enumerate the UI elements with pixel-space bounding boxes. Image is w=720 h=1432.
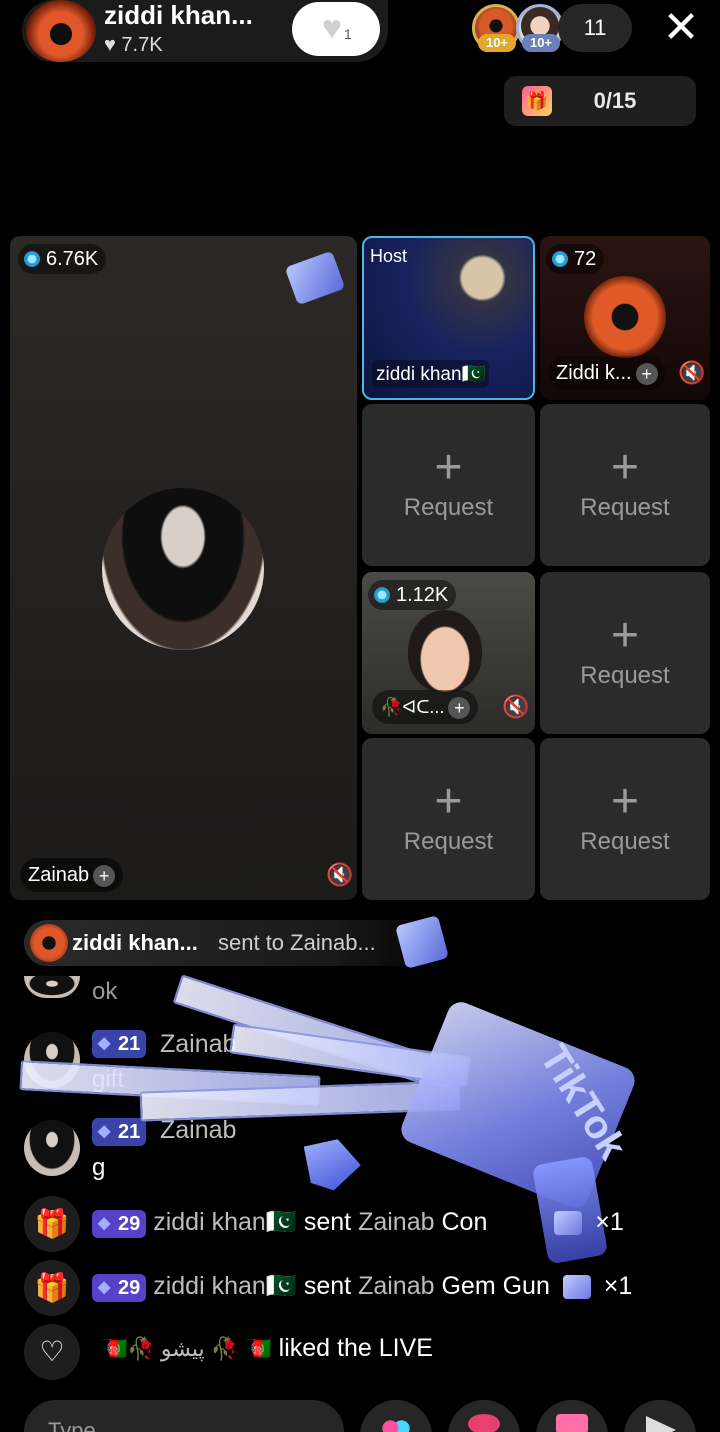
heart-outline-icon: ♡ <box>24 1324 80 1380</box>
request-label: Request <box>403 494 494 521</box>
gift-thumbnail-icon <box>562 1275 591 1300</box>
request-label: Request <box>403 828 494 855</box>
like-event-line: 🇦🇫🥀 پیشو 🥀 🇦🇫 liked the LIVE <box>100 1334 433 1363</box>
plus-icon: + <box>434 775 463 828</box>
request-slot[interactable]: + Request <box>540 738 710 900</box>
request-slot[interactable]: + Request <box>540 404 710 566</box>
request-label: Request <box>580 828 670 855</box>
guest-avatar <box>584 276 666 358</box>
gift-thumbnail-icon <box>554 1211 583 1236</box>
mic-muted-icon: 🔇 <box>502 694 530 719</box>
request-label: Request <box>580 662 670 689</box>
coin-count: 72 <box>546 244 605 274</box>
host-tile-name: ziddi khan🇵🇰 <box>372 360 490 388</box>
request-slot[interactable]: + Request <box>362 738 535 900</box>
close-icon[interactable]: ✕ <box>658 2 704 54</box>
level-badge: 29 <box>92 1210 147 1238</box>
liker-name[interactable]: 🇦🇫🥀 پیشو 🥀 🇦🇫 <box>100 1336 272 1361</box>
gift-target: Zainab <box>358 1208 435 1236</box>
coin-count: 6.76K <box>18 244 107 274</box>
mic-muted-icon: 🔇 <box>326 862 354 887</box>
add-icon[interactable]: + <box>448 697 471 720</box>
gem-graphic <box>294 1130 367 1196</box>
host-name: ziddi khan... <box>104 0 253 30</box>
rose-icon[interactable] <box>448 1400 520 1432</box>
gift-event-line: 29 ziddi khan🇵🇰 sent Zainab Gem Gun ×1 <box>92 1272 632 1302</box>
guest-name: 🥀ᐊᑕ... <box>380 697 445 717</box>
multi-guest-icon[interactable] <box>360 1400 432 1432</box>
chat-avatar[interactable] <box>24 1120 80 1176</box>
viewer-count[interactable]: 11 <box>558 4 632 52</box>
gift-sender-name: ziddi khan... <box>72 930 198 955</box>
host-avatar[interactable] <box>26 0 96 62</box>
like-text: liked the LIVE <box>278 1334 433 1362</box>
gift-icon: 🎁 <box>24 1260 80 1316</box>
viewer-rank-badge: 10+ <box>478 34 516 52</box>
gift-icon: 🎁 <box>24 1196 80 1252</box>
follow-count: 1 <box>344 26 352 42</box>
host-likes: ♥ 7.7K <box>104 34 163 56</box>
gift-count: ×1 <box>603 1272 633 1300</box>
plus-icon: + <box>610 775 640 828</box>
gift-box-icon[interactable] <box>536 1400 608 1432</box>
chat-message: ok <box>92 978 118 1005</box>
gift-sender-avatar <box>30 924 68 962</box>
guest-name: Zainab <box>28 864 90 886</box>
plus-icon: + <box>434 441 463 494</box>
gift-name: Gem Gun <box>441 1272 550 1300</box>
level-badge: 21 <box>92 1030 147 1058</box>
guest-name: Ziddi k... <box>556 362 632 384</box>
gift-name: Con <box>441 1208 488 1236</box>
guest-name-pill[interactable]: 🥀ᐊᑕ... + <box>372 690 479 724</box>
add-icon[interactable]: + <box>635 362 658 385</box>
plus-icon: + <box>610 609 640 662</box>
gift-event-line: 29 ziddi khan🇵🇰 sent Zainab Con ×1 <box>92 1208 624 1238</box>
gift-count: ×1 <box>595 1208 624 1236</box>
plus-icon: + <box>610 441 640 494</box>
gift-goal-progress: 0/15 <box>593 88 637 113</box>
viewer-rank-badge: 10+ <box>522 34 560 52</box>
mic-muted-icon: 🔇 <box>678 360 706 385</box>
request-label: Request <box>580 494 670 521</box>
request-slot[interactable]: + Request <box>540 572 710 734</box>
request-slot[interactable]: + Request <box>362 404 535 566</box>
guest-avatar <box>102 488 264 650</box>
gift-verb: sent <box>303 1208 352 1236</box>
coin-count: 1.12K <box>368 580 457 610</box>
chat-avatar[interactable] <box>24 976 80 998</box>
share-icon[interactable] <box>624 1400 696 1432</box>
level-badge: 21 <box>92 1118 147 1146</box>
chat-message: g <box>92 1154 106 1181</box>
host-label: Host <box>370 246 408 266</box>
gift-verb: sent <box>303 1272 352 1300</box>
guest-avatar <box>408 610 482 692</box>
gift-banner-text: sent to Zainab... <box>218 930 376 955</box>
guest-name-pill[interactable]: Zainab + <box>20 858 124 892</box>
gift-box-icon: 🎁 <box>522 86 552 116</box>
sender-name[interactable]: ziddi khan🇵🇰 <box>153 1208 297 1236</box>
add-icon[interactable]: + <box>93 864 116 887</box>
sender-name[interactable]: ziddi khan🇵🇰 <box>153 1272 297 1300</box>
guest-name-pill[interactable]: Ziddi k... + <box>548 356 666 390</box>
comment-placeholder: Type... <box>48 1418 115 1432</box>
gift-target: Zainab <box>358 1272 435 1300</box>
chat-username[interactable]: Zainab <box>160 1030 236 1059</box>
level-badge: 29 <box>92 1274 147 1302</box>
